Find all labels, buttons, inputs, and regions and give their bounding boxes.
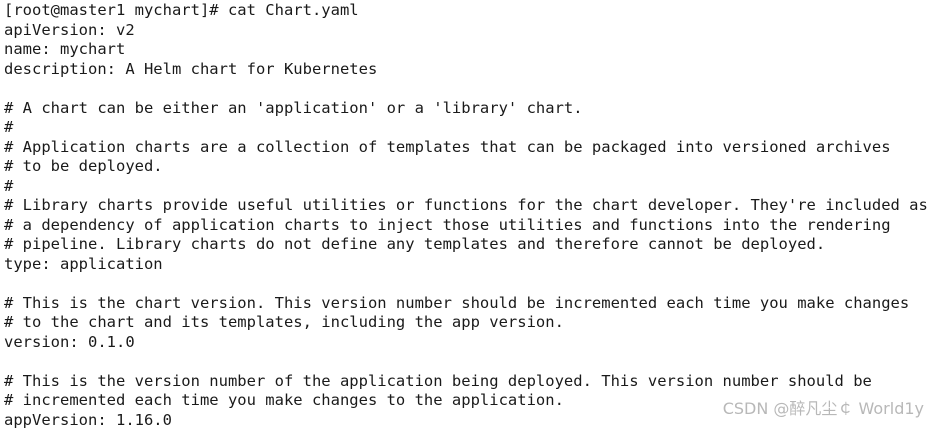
terminal-line: description: A Helm chart for Kubernetes (4, 59, 378, 78)
csdn-watermark: CSDN @醉凡尘￠ World1y (722, 399, 924, 418)
terminal-line: # incremented each time you make changes… (4, 391, 564, 409)
terminal-line: # (4, 118, 14, 136)
terminal-line: type: application (4, 254, 163, 273)
terminal-line: # to be deployed. (4, 157, 163, 175)
terminal-window[interactable]: [root@master1 mychart]# cat Chart.yaml a… (0, 0, 938, 430)
terminal-line: # This is the chart version. This versio… (4, 293, 910, 312)
terminal-line: # This is the version number of the appl… (4, 371, 872, 390)
terminal-line: apiVersion: v2 (4, 20, 135, 39)
terminal-line: # Application charts are a collection of… (4, 137, 891, 156)
terminal-line: # to the chart and its templates, includ… (4, 313, 564, 331)
terminal-line: # A chart can be either an 'application'… (4, 98, 583, 117)
terminal-line: # a dependency of application charts to … (4, 215, 891, 234)
terminal-line: # Library charts provide useful utilitie… (4, 196, 928, 214)
terminal-line: [root@master1 mychart]# cat Chart.yaml (4, 1, 359, 19)
terminal-line: appVersion: 1.16.0 (4, 410, 172, 429)
terminal-line: version: 0.1.0 (4, 332, 135, 351)
terminal-line: # (4, 176, 14, 195)
terminal-line: name: mychart (4, 40, 126, 58)
terminal-line: # pipeline. Library charts do not define… (4, 235, 826, 253)
